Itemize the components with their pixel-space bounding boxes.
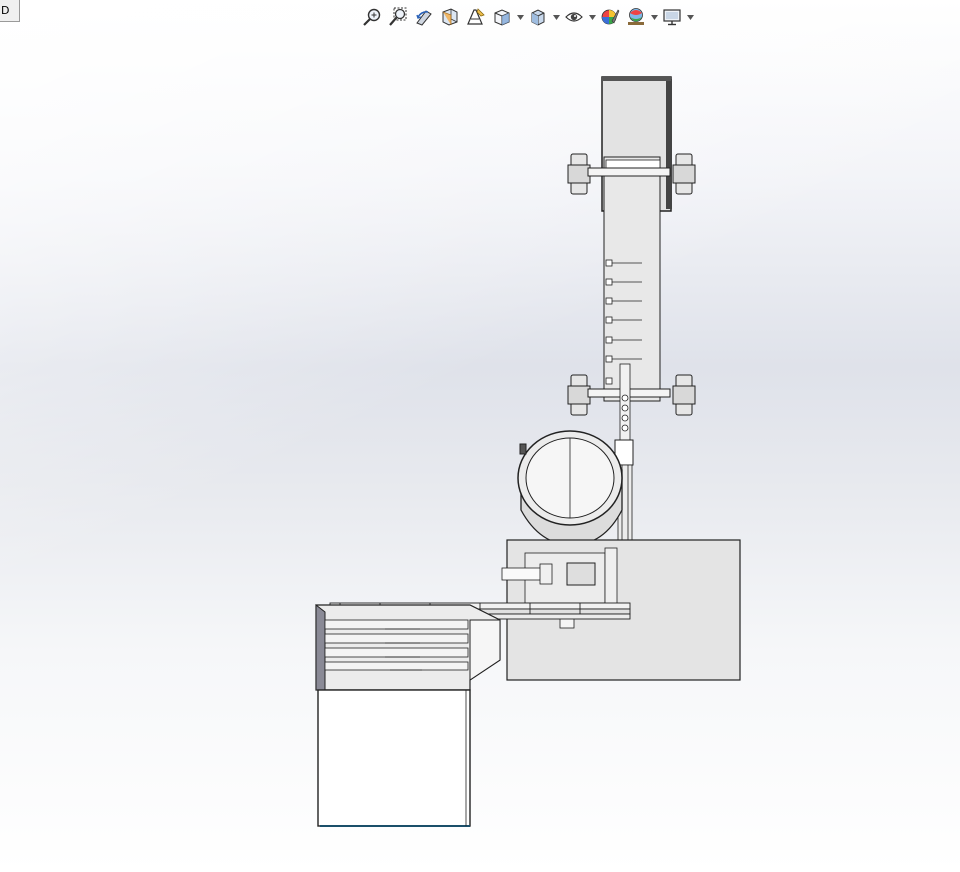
cad-model[interactable] (0, 0, 960, 872)
graphics-area[interactable]: D (0, 0, 960, 872)
vibratory-bowl[interactable] (517, 430, 623, 546)
vertical-feeder-column[interactable] (601, 76, 672, 402)
left-cabinet[interactable] (315, 603, 501, 827)
